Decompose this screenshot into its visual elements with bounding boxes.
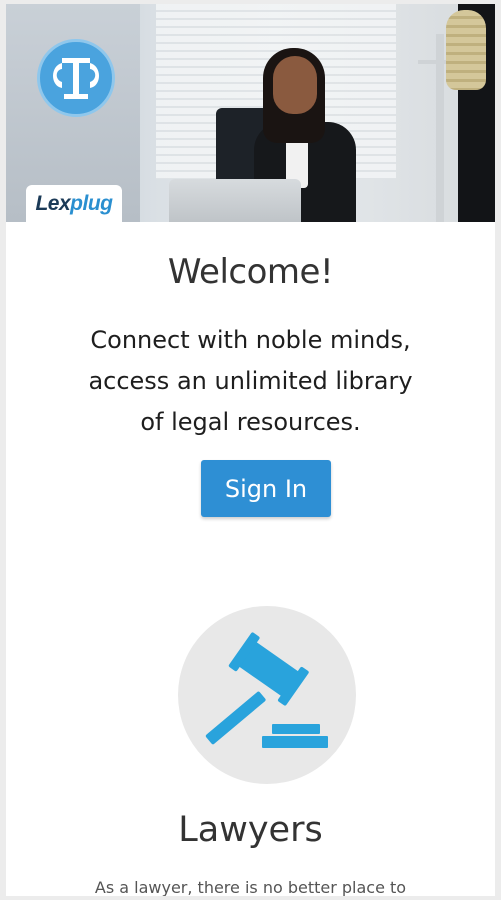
hero-banner: Lex plug [6, 4, 495, 222]
tagline-line-1: Connect with noble minds, [90, 326, 411, 354]
scales-of-justice-icon [37, 39, 115, 117]
brand-name-part1: Lex [35, 191, 71, 215]
person-face [273, 56, 317, 114]
laptop [169, 179, 301, 222]
welcome-title: Welcome! [167, 252, 334, 292]
app-frame: Lex plug Welcome! Connect with noble mind… [6, 4, 495, 896]
sign-in-button[interactable]: Sign In [201, 460, 331, 517]
brand-logo-text: Lex plug [26, 185, 122, 222]
barrister-wig [446, 10, 486, 90]
welcome-tagline: Connect with noble minds, access an unli… [66, 320, 435, 443]
tagline-line-3: of legal resources. [140, 408, 361, 436]
gavel-icon [178, 606, 356, 784]
brand-name-part2: plug [70, 191, 113, 215]
lawyers-description: As a lawyer, there is no better place to [94, 878, 407, 896]
lawyers-title: Lawyers [178, 810, 323, 850]
tagline-line-2: access an unlimited library [88, 367, 413, 395]
